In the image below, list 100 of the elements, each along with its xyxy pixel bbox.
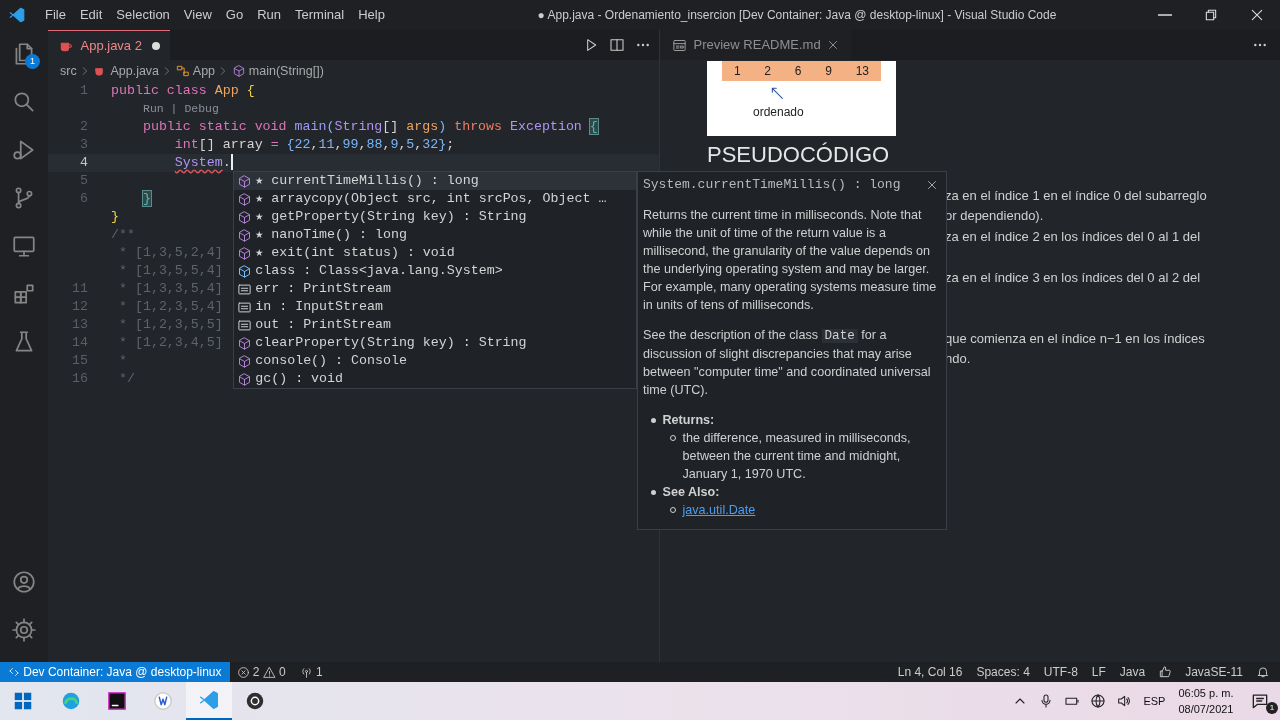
suggestion-item[interactable]: ★ nanoTime() : long <box>234 226 636 244</box>
suggestion-item[interactable]: class : Class<java.lang.System> <box>234 262 636 280</box>
cube-icon <box>237 263 252 279</box>
minimize-icon <box>1158 14 1172 16</box>
field-icon <box>237 317 252 333</box>
code-line: * [1,2,3,5,5] <box>118 316 223 334</box>
extensions-icon[interactable] <box>11 281 37 307</box>
problems-indicator[interactable]: 2 0 <box>229 663 293 681</box>
bullet-icon <box>651 418 656 423</box>
breadcrumb-item[interactable]: App.java <box>110 61 160 81</box>
window-title: ● App.java - Ordenamiento_insercion [Dev Container: Java @ desktop-linux] - Visual Studio Code <box>536 7 1058 24</box>
suggestion-item[interactable]: ★ currentTimeMillis() : long <box>234 172 636 190</box>
breadcrumb-item[interactable]: src <box>60 61 77 81</box>
suggestion-item[interactable]: in : InputStream <box>234 298 636 316</box>
remote-indicator[interactable]: Dev Container: Java @ desktop-linux <box>0 662 230 682</box>
cube-icon <box>237 173 252 189</box>
cube-icon <box>237 353 252 369</box>
status-item[interactable]: Java <box>1112 663 1153 681</box>
class-icon <box>175 64 190 78</box>
line-number: 4 <box>79 154 89 172</box>
globe-icon[interactable] <box>1089 693 1106 709</box>
status-item[interactable]: Ln 4, Col 16 <box>890 663 970 681</box>
code-line: System. <box>173 154 233 172</box>
bell-icon[interactable] <box>1256 665 1270 679</box>
antenna-icon <box>299 665 313 679</box>
error-icon <box>236 665 250 679</box>
breadcrumb-item[interactable]: main(String[]) <box>248 61 324 81</box>
line-number: 13 <box>71 316 89 334</box>
line-number: 3 <box>79 136 89 154</box>
cube-icon <box>237 335 252 351</box>
ports-indicator[interactable]: 1 <box>292 663 330 681</box>
bullet-icon <box>651 490 656 495</box>
count-badge: 1 <box>25 54 40 69</box>
restore-icon <box>1203 7 1219 23</box>
suggestion-item[interactable]: clearProperty(String key) : String <box>234 334 636 352</box>
suggestion-item[interactable]: ★ arraycopy(Object src, int srcPos, Object … <box>234 190 636 208</box>
warning-icon <box>262 665 276 679</box>
menu-item[interactable]: Help <box>351 0 392 30</box>
line-number: 2 <box>79 118 89 136</box>
status-item[interactable]: Spaces: 4 <box>969 663 1037 681</box>
array-value: 13 <box>855 63 870 80</box>
code-line: int[] array = {22,11,99,88,9,5,32}; <box>173 136 455 154</box>
doc-link[interactable]: java.util.Date <box>682 501 756 519</box>
suggestion-item[interactable]: err : PrintStream <box>234 280 636 298</box>
cube-icon <box>237 191 252 207</box>
code-line: * <box>118 352 127 370</box>
close-icon[interactable] <box>827 39 840 51</box>
clock-time[interactable]: 06:05 p. m. <box>1178 684 1234 701</box>
cube-icon <box>237 371 252 387</box>
menu-item[interactable]: Edit <box>72 0 110 30</box>
remote-explorer-icon[interactable] <box>11 233 37 259</box>
code-line: * [1,3,5,5,4] <box>118 262 223 280</box>
menu-item[interactable]: Go <box>218 0 251 30</box>
browser-icon <box>60 690 82 712</box>
count-badge: 1 <box>1266 702 1278 714</box>
menu-item[interactable]: Selection <box>109 0 177 30</box>
settings-icon[interactable] <box>11 617 37 643</box>
status-item[interactable]: JavaSE-11 <box>1178 663 1250 681</box>
speaker-icon[interactable] <box>1115 693 1132 709</box>
breadcrumb-item[interactable]: App <box>192 61 216 81</box>
suggestion-item[interactable]: ★ getProperty(String key) : String <box>234 208 636 226</box>
line-number: 14 <box>71 334 89 352</box>
suggestion-item[interactable]: gc() : void <box>234 370 636 388</box>
menu-item[interactable]: View <box>176 0 219 30</box>
status-item[interactable]: LF <box>1084 663 1113 681</box>
menu-item[interactable]: Terminal <box>288 0 352 30</box>
description-text: See the description of the class Date for a discussion of slight discrepancies that may arise between "computer time" and coordinated universal time (UTC). <box>643 327 932 399</box>
unsaved-dot <box>151 41 160 50</box>
close-icon[interactable] <box>926 179 938 191</box>
clock-date[interactable]: 08/07/2021 <box>1178 701 1234 718</box>
code-line: * [1,3,3,5,4] <box>118 280 223 298</box>
field-icon <box>237 299 252 315</box>
code-editor-icon <box>198 689 220 711</box>
description-text: Returns the current time in milliseconds. Note that while the unit of time of the return value is a millisecond, the granularity of the value depends on the underlying operating system and may be larger. For example, many operating systems measure time in units of tens of milliseconds. <box>643 207 938 314</box>
suggestion-item[interactable]: console() : Console <box>234 352 636 370</box>
menu-item[interactable]: File <box>38 0 73 30</box>
input-language[interactable]: ESP <box>1143 692 1166 710</box>
remote-icon <box>8 666 20 678</box>
code-line: * [1,3,5,2,4] <box>118 244 223 262</box>
close-icon <box>1249 7 1265 23</box>
suggestion-item[interactable]: out : PrintStream <box>234 316 636 334</box>
status-item[interactable]: UTF-8 <box>1036 663 1085 681</box>
code-line: * [1,2,3,4,5] <box>118 334 223 352</box>
code-line: /** <box>111 226 135 244</box>
cube-icon <box>237 227 252 243</box>
line-number: 5 <box>79 172 89 190</box>
line-number: 1 <box>79 82 89 100</box>
suggestion-item[interactable]: ★ exit(int status) : void <box>234 244 636 262</box>
split-editor-icon[interactable] <box>609 37 625 53</box>
code-line: public static void main(String[] args) throws Exception { <box>141 118 598 136</box>
document-app-icon <box>152 690 174 712</box>
line-number: 15 <box>71 352 89 370</box>
code-lens[interactable]: Run | Debug <box>48 100 659 118</box>
account-icon[interactable] <box>11 569 37 595</box>
array-value: 1 <box>733 63 741 80</box>
editor-tab[interactable]: App.java 2 <box>48 30 170 60</box>
menu-item[interactable]: Run <box>250 0 288 30</box>
feedback-icon[interactable] <box>1158 665 1173 679</box>
preview-icon <box>672 37 687 53</box>
recorder-icon <box>244 690 266 712</box>
